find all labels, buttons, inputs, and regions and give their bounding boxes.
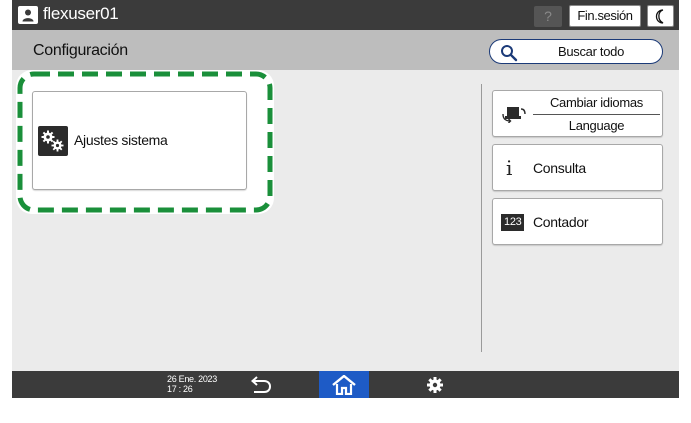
panel-divider bbox=[481, 84, 482, 352]
info-icon: i bbox=[506, 156, 513, 180]
control-panel-screen: flexuser01 ? Fin.sesión Configuración Bu… bbox=[12, 0, 679, 398]
gears-icon bbox=[38, 126, 68, 156]
language-label: Language bbox=[568, 118, 625, 133]
search-all-button[interactable]: Buscar todo bbox=[489, 39, 663, 64]
user-icon[interactable] bbox=[18, 6, 38, 24]
change-language-label: Cambiar idiomas bbox=[549, 95, 644, 110]
settings-button[interactable] bbox=[423, 374, 447, 396]
counter-label: Contador bbox=[533, 214, 589, 230]
search-all-label: Buscar todo bbox=[557, 44, 625, 59]
counter-button[interactable]: 123 Contador bbox=[492, 198, 663, 245]
moon-icon bbox=[655, 9, 664, 24]
counter-icon: 123 bbox=[501, 214, 525, 231]
system-settings-label: Ajustes sistema bbox=[74, 132, 168, 148]
system-settings-tile[interactable]: Ajustes sistema bbox=[32, 91, 247, 190]
date-label: 26 Ene. 2023 bbox=[167, 374, 217, 384]
page-title: Configuración bbox=[33, 42, 128, 59]
logout-button[interactable]: Fin.sesión bbox=[569, 5, 641, 27]
header-bar: Configuración Buscar todo bbox=[12, 30, 679, 70]
inquiry-button[interactable]: i Consulta bbox=[492, 144, 663, 191]
top-bar: flexuser01 ? Fin.sesión bbox=[12, 0, 679, 30]
date-time-display: 26 Ene. 2023 17 : 26 bbox=[167, 374, 217, 394]
time-label: 17 : 26 bbox=[167, 384, 193, 394]
change-language-button[interactable]: Cambiar idiomas Language bbox=[492, 90, 663, 137]
search-icon bbox=[501, 45, 518, 62]
gear-icon bbox=[427, 377, 443, 393]
language-label-divider bbox=[533, 114, 660, 115]
username-label: flexuser01 bbox=[43, 4, 119, 23]
home-icon bbox=[332, 375, 356, 395]
inquiry-label: Consulta bbox=[533, 160, 586, 176]
back-button[interactable] bbox=[244, 374, 274, 396]
bottom-bar: 26 Ene. 2023 17 : 26 bbox=[12, 371, 679, 398]
help-button[interactable]: ? bbox=[534, 6, 562, 27]
night-mode-button[interactable] bbox=[647, 5, 674, 27]
back-icon bbox=[250, 376, 272, 393]
language-icon bbox=[502, 107, 526, 123]
home-button[interactable] bbox=[319, 371, 369, 398]
